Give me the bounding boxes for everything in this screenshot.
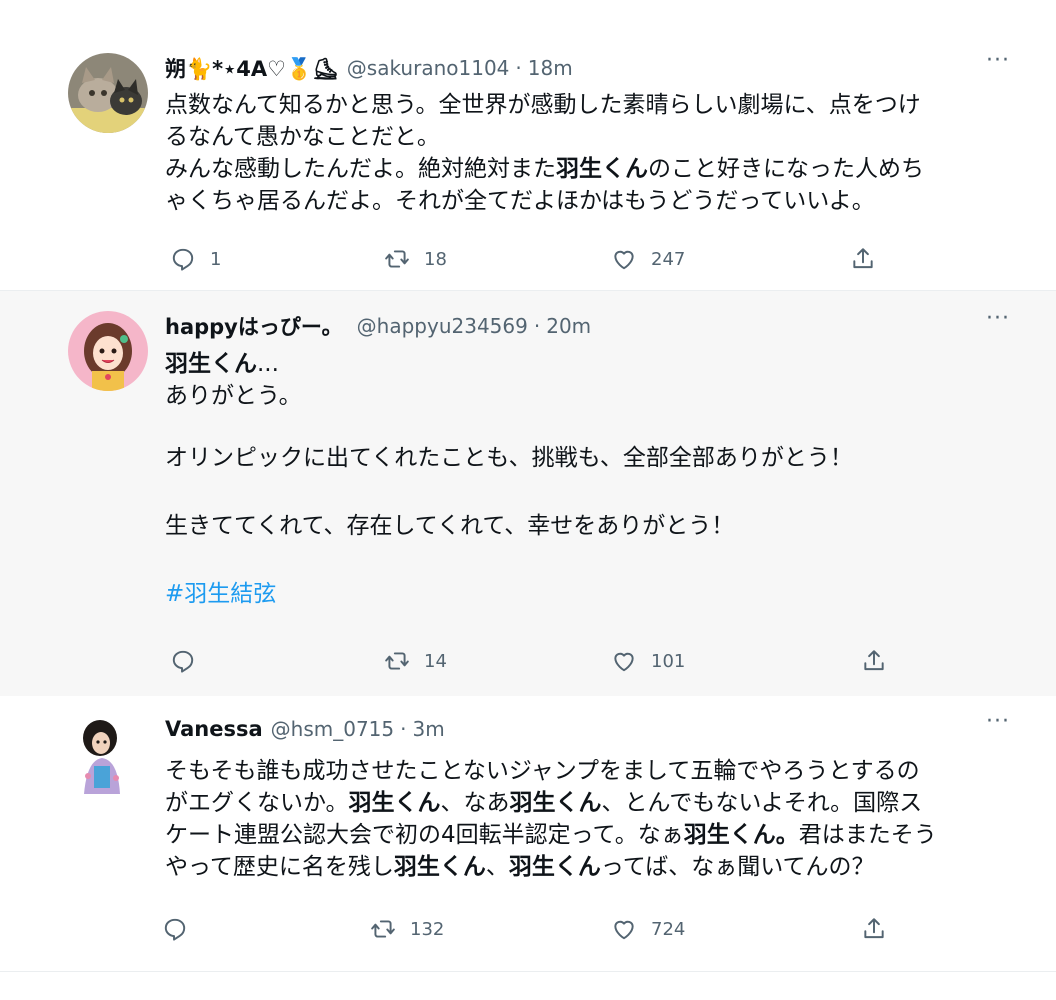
text-line: オリンピックに出てくれたことも、挑戦も、全部全部ありがとう！ bbox=[165, 445, 853, 471]
user-handle[interactable]: @hsm_0715 bbox=[271, 717, 394, 741]
tweet-time[interactable]: 3m bbox=[412, 717, 444, 741]
text-line: ありがとう。 bbox=[165, 383, 302, 409]
text-line: やって歴史に名を残し羽生くん、羽生くんってば、なぁ聞いてんの？ bbox=[165, 851, 1015, 883]
text-segment: 、なあ bbox=[440, 790, 510, 816]
tweet[interactable]: happyはっぴー。 @happyu234569 · 20m ··· 羽生くん.… bbox=[0, 290, 1056, 697]
girl-avatar-image bbox=[68, 311, 148, 391]
bold-mention: 羽生くん bbox=[165, 351, 257, 377]
tweet[interactable]: 朔🐈*⋆4A♡🥇⛸ @sakurano1104 · 18m ··· 点数なんて知… bbox=[0, 0, 1056, 290]
share-icon bbox=[853, 248, 873, 269]
reply-icon bbox=[172, 650, 194, 673]
reply-icon bbox=[164, 918, 186, 941]
tweet-time[interactable]: 18m bbox=[528, 56, 573, 80]
text-segment: 君はまたそう bbox=[798, 822, 937, 848]
tweet-text: 羽生くん... ありがとう。 オリンピックに出てくれたことも、挑戦も、全部全部あ… bbox=[165, 348, 1015, 610]
retweet-count: 132 bbox=[410, 918, 445, 940]
text-segment: やって歴史に名を残し bbox=[165, 854, 394, 880]
text-line: 生きててくれて、存在してくれて、幸せをありがとう！ bbox=[165, 513, 735, 539]
text-line: ゃくちゃ居るんだよ。それが全てだよほかはもうどうだっていいよ。 bbox=[165, 188, 875, 214]
bold-mention: 羽生くん bbox=[556, 156, 648, 182]
tweet-time[interactable]: 20m bbox=[546, 314, 591, 338]
text-segment: ... bbox=[257, 351, 279, 377]
text-segment: がエグくないか。 bbox=[165, 790, 349, 816]
user-handle[interactable]: @happyu234569 bbox=[357, 314, 528, 338]
share-button[interactable] bbox=[861, 916, 887, 942]
text-line: るなんて愚かなことだと。 bbox=[165, 124, 440, 150]
display-name[interactable]: 朔🐈*⋆4A♡🥇⛸ bbox=[165, 53, 339, 83]
bold-mention: 羽生くん bbox=[393, 854, 486, 880]
avatar[interactable] bbox=[70, 716, 134, 796]
tweet-header: happyはっぴー。 @happyu234569 · 20m ··· bbox=[165, 306, 1036, 342]
share-button[interactable] bbox=[850, 246, 876, 272]
retweet-icon bbox=[385, 652, 409, 670]
reply-button[interactable] bbox=[170, 648, 210, 674]
retweet-count: 18 bbox=[424, 248, 447, 270]
separator-dot: · bbox=[400, 717, 407, 741]
reply-icon bbox=[172, 248, 194, 271]
heart-icon bbox=[614, 652, 634, 672]
retweet-icon bbox=[385, 250, 409, 268]
tweet-header: Vanessa @hsm_0715 · 3m ··· bbox=[165, 709, 1036, 745]
action-bar: 1 18 247 bbox=[0, 246, 1056, 276]
retweet-button[interactable]: 14 bbox=[384, 648, 447, 674]
tweet-text: そもそも誰も成功させたことないジャンプをまして五輪でやろうとするの がエグくない… bbox=[165, 755, 1015, 883]
illustrated-avatar-image bbox=[70, 716, 134, 796]
more-options-icon[interactable]: ··· bbox=[986, 306, 1010, 331]
retweet-button[interactable]: 18 bbox=[384, 246, 447, 272]
display-name[interactable]: Vanessa bbox=[165, 717, 263, 741]
text-line: 点数なんて知るかと思う。全世界が感動した素晴らしい劇場に、点をつけ bbox=[165, 92, 921, 118]
hashtag-link[interactable]: #羽生結弦 bbox=[165, 578, 1015, 610]
text-line: がエグくないか。羽生くん、なあ羽生くん、とんでもないよそれ。国際ス bbox=[165, 787, 1015, 819]
share-icon bbox=[864, 650, 884, 671]
reply-count: 1 bbox=[210, 248, 222, 270]
user-handle[interactable]: @sakurano1104 bbox=[347, 56, 510, 80]
like-button[interactable]: 247 bbox=[611, 246, 685, 272]
text-segment: ケート連盟公認大会で初の4回転半認定って。なぁ bbox=[165, 822, 684, 848]
text-line: ケート連盟公認大会で初の4回転半認定って。なぁ羽生くん。君はまたそう bbox=[165, 819, 1015, 851]
share-button[interactable] bbox=[861, 648, 887, 674]
text-segment: のこと好きになった人めち bbox=[648, 156, 924, 182]
heart-icon bbox=[614, 920, 634, 940]
reply-button[interactable] bbox=[162, 916, 202, 942]
action-bar: 14 101 bbox=[0, 648, 1056, 678]
like-count: 101 bbox=[651, 650, 686, 672]
share-icon bbox=[864, 918, 884, 939]
text-line: みんな感動したんだよ。絶対絶対また羽生くんのこと好きになった人めち bbox=[165, 153, 1015, 185]
display-name[interactable]: happyはっぴー。 bbox=[165, 311, 343, 341]
like-count: 724 bbox=[651, 918, 686, 940]
retweet-button[interactable]: 132 bbox=[370, 916, 444, 942]
heart-icon bbox=[614, 250, 634, 270]
cat-avatar-image bbox=[68, 53, 148, 133]
separator-dot: · bbox=[515, 56, 522, 80]
like-count: 247 bbox=[651, 248, 686, 270]
text-segment: ってば、なぁ聞いてんの？ bbox=[600, 854, 875, 880]
text-segment: 、 bbox=[485, 854, 509, 880]
avatar[interactable] bbox=[68, 311, 148, 391]
like-button[interactable]: 101 bbox=[611, 648, 685, 674]
text-line: そもそも誰も成功させたことないジャンプをまして五輪でやろうとするの bbox=[165, 758, 920, 784]
text-segment: みんな感動したんだよ。絶対絶対また bbox=[165, 156, 556, 182]
retweet-count: 14 bbox=[424, 650, 447, 672]
tweet[interactable]: Vanessa @hsm_0715 · 3m ··· そもそも誰も成功させたこと… bbox=[0, 696, 1056, 972]
more-options-icon[interactable]: ··· bbox=[986, 709, 1010, 734]
separator-dot: · bbox=[533, 314, 541, 338]
text-line: 羽生くん... bbox=[165, 348, 1015, 380]
like-button[interactable]: 724 bbox=[611, 916, 685, 942]
bold-mention: 羽生くん bbox=[348, 790, 441, 816]
tweet-text: 点数なんて知るかと思う。全世界が感動した素晴らしい劇場に、点をつけ るなんて愚か… bbox=[165, 89, 1015, 217]
reply-button[interactable]: 1 bbox=[170, 246, 221, 272]
more-options-icon[interactable]: ··· bbox=[986, 48, 1010, 73]
retweet-icon bbox=[371, 920, 395, 938]
bold-mention: 羽生くん。 bbox=[683, 822, 799, 848]
bold-mention: 羽生くん bbox=[509, 790, 602, 816]
bold-mention: 羽生くん bbox=[508, 854, 601, 880]
avatar[interactable] bbox=[68, 53, 148, 133]
tweet-header: 朔🐈*⋆4A♡🥇⛸ @sakurano1104 · 18m ··· bbox=[165, 48, 1036, 84]
text-segment: 、とんでもないよそれ。国際ス bbox=[601, 790, 923, 816]
action-bar: 132 724 bbox=[0, 916, 1056, 946]
